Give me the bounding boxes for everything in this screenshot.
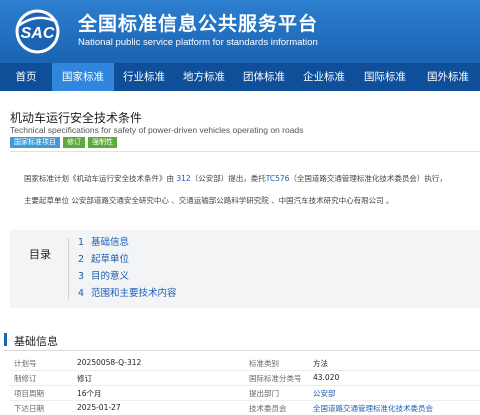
field-label: 国际标准分类号 <box>249 374 302 383</box>
section-divider <box>4 350 480 351</box>
page-title: 机动车运行安全技术条件 <box>10 111 143 125</box>
toc-list: 1 基础信息 2 起草单位 3 目的意义 4 范围和主要技术内容 <box>68 234 177 302</box>
nav-item-foreign-standards[interactable]: 国外标准 <box>416 63 480 91</box>
section-title-basic-info: 基础信息 <box>14 335 58 348</box>
description-text: 国家标准计划《机动车运行安全技术条件》由 <box>24 174 177 183</box>
field-value: 方法 <box>313 359 328 368</box>
section-accent-bar <box>4 333 7 346</box>
proposing-department-link[interactable]: 公安部 <box>313 388 336 399</box>
table-row: 项目周期 16个月 提出部门 公安部 <box>10 386 480 401</box>
nav-item-home[interactable]: 首页 <box>0 63 52 91</box>
tag-national-project: 国家标准项目 <box>10 137 60 148</box>
field-value: 2025-01-27 <box>77 403 121 412</box>
logo-text: SAC <box>21 25 55 42</box>
site-header: SAC 全国标准信息公共服务平台 National public service… <box>0 0 480 63</box>
sac-logo[interactable]: SAC <box>11 8 64 55</box>
field-label: 下达日期 <box>14 404 44 413</box>
technical-committee-link[interactable]: 全国道路交通管理标准化技术委员会 <box>313 403 433 414</box>
field-value: 20250058-Q-312 <box>77 358 142 367</box>
field-label: 计划号 <box>14 359 37 368</box>
tag-revision: 修订 <box>63 137 85 148</box>
field-label: 提出部门 <box>249 389 279 398</box>
site-subtitle: National public service platform for sta… <box>78 37 318 48</box>
field-value: 16个月 <box>77 389 102 398</box>
basic-info-table: 计划号 20250058-Q-312 标准类别 方法 制修订 修订 国际标准分类… <box>10 356 480 415</box>
table-row: 制修订 修订 国际标准分类号 43.020 <box>10 371 480 386</box>
description-text: （公安部）提出，委托 <box>190 174 266 183</box>
main-nav: 首页 国家标准 行业标准 地方标准 团体标准 企业标准 国际标准 国外标准 <box>0 63 480 91</box>
field-label: 技术委员会 <box>249 404 287 413</box>
nav-item-industry-standards[interactable]: 行业标准 <box>114 63 174 91</box>
nav-item-local-standards[interactable]: 地方标准 <box>174 63 234 91</box>
table-of-contents: 目录 1 基础信息 2 起草单位 3 目的意义 4 范围和主要技术内容 <box>10 230 480 308</box>
nav-item-international-standards[interactable]: 国际标准 <box>354 63 416 91</box>
table-row: 计划号 20250058-Q-312 标准类别 方法 <box>10 356 480 371</box>
table-row: 下达日期 2025-01-27 技术委员会 全国道路交通管理标准化技术委员会 <box>10 401 480 415</box>
nav-item-group-standards[interactable]: 团体标准 <box>234 63 294 91</box>
toc-title: 目录 <box>29 248 51 261</box>
proposer-link[interactable]: 312 <box>176 174 190 183</box>
field-label: 项目周期 <box>14 389 44 398</box>
page-title-english: Technical specifications for safety of p… <box>10 125 304 135</box>
plan-description: 国家标准计划《机动车运行安全技术条件》由 312（公安部）提出，委托TC576（… <box>24 173 447 184</box>
field-label: 标准类别 <box>249 359 279 368</box>
description-text: （全国道路交通管理标准化技术委员会）执行， <box>289 174 447 183</box>
toc-item-basic-info[interactable]: 1 基础信息 <box>68 234 177 251</box>
site-title: 全国标准信息公共服务平台 <box>78 13 319 35</box>
nav-item-national-standards[interactable]: 国家标准 <box>52 63 114 91</box>
nav-item-enterprise-standards[interactable]: 企业标准 <box>294 63 354 91</box>
field-value: 修订 <box>77 374 92 383</box>
committee-link[interactable]: TC576 <box>266 174 290 183</box>
drafting-units-text: 主要起草单位 公安部道路交通安全研究中心 、交通运输部公路科学研究院 、中国汽车… <box>24 196 394 205</box>
field-label: 制修订 <box>14 374 37 383</box>
divider <box>10 151 480 152</box>
tag-mandatory: 强制性 <box>88 137 117 148</box>
field-value: 43.020 <box>313 373 340 382</box>
tag-group: 国家标准项目 修订 强制性 <box>10 137 117 148</box>
toc-item-purpose[interactable]: 3 目的意义 <box>68 268 177 285</box>
toc-item-scope[interactable]: 4 范围和主要技术内容 <box>68 285 177 302</box>
toc-item-drafting-units[interactable]: 2 起草单位 <box>68 251 177 268</box>
